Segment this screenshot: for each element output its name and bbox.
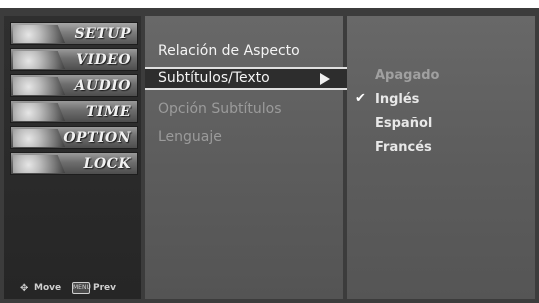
menu-footer-hints: ✥ Move MENU Prev xyxy=(10,281,140,297)
menu-tile-lock[interactable]: LOCK xyxy=(10,152,138,175)
setup-submenu-column: Relación de Aspecto Subtítulos/Texto Opc… xyxy=(145,16,347,299)
prev-label: Prev xyxy=(93,283,117,293)
option-english[interactable]: Inglés xyxy=(375,92,419,107)
move-label: Move xyxy=(34,283,62,293)
checkmark-icon: ✔ xyxy=(355,91,366,106)
menu-label-audio: AUDIO xyxy=(74,78,131,94)
menu-tile-video[interactable]: VIDEO xyxy=(10,48,138,71)
menu-label-time: TIME xyxy=(85,104,131,120)
tv-menu-screen: SETUP VIDEO AUDIO TIME OPTION LOCK ✥ Mov… xyxy=(0,8,539,303)
audio-photo-icon xyxy=(13,77,65,95)
option-french[interactable]: Francés xyxy=(375,140,432,155)
option-off[interactable]: Apagado xyxy=(375,68,439,83)
time-photo-icon xyxy=(13,103,65,121)
menu-label-video: VIDEO xyxy=(76,52,131,68)
option-photo-icon xyxy=(13,129,65,147)
menu-tile-time[interactable]: TIME xyxy=(10,100,138,123)
setup-photo-icon xyxy=(13,25,65,43)
menu-tile-audio[interactable]: AUDIO xyxy=(10,74,138,97)
menu-label-lock: LOCK xyxy=(83,156,131,172)
menu-label-setup: SETUP xyxy=(74,26,131,42)
menu-item-aspect-ratio[interactable]: Relación de Aspecto xyxy=(158,43,300,59)
menu-item-captions-text[interactable]: Subtítulos/Texto xyxy=(158,70,270,86)
lock-photo-icon xyxy=(13,155,65,173)
menu-key-icon: MENU xyxy=(72,282,91,294)
option-spanish[interactable]: Español xyxy=(375,116,432,131)
menu-item-caption-option[interactable]: Opción Subtítulos xyxy=(158,101,282,117)
menu-item-language[interactable]: Lenguaje xyxy=(158,129,222,145)
captions-options-column: ✔ Apagado Inglés Español Francés xyxy=(347,16,535,299)
submenu-arrow-icon xyxy=(320,73,330,85)
move-arrows-icon: ✥ xyxy=(20,283,29,294)
main-menu-column: SETUP VIDEO AUDIO TIME OPTION LOCK ✥ Mov… xyxy=(4,16,141,299)
menu-label-option: OPTION xyxy=(63,130,131,146)
menu-tile-option[interactable]: OPTION xyxy=(10,126,138,149)
menu-tile-setup[interactable]: SETUP xyxy=(10,22,138,45)
video-photo-icon xyxy=(13,51,65,69)
